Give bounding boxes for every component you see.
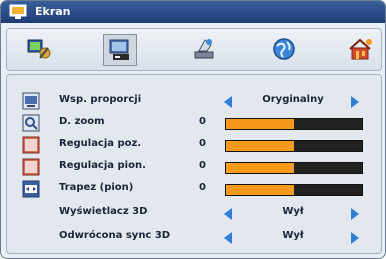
3d-display-left-arrow-icon[interactable] <box>224 208 232 220</box>
tab-options[interactable] <box>345 34 377 64</box>
row-vertical-position[interactable]: Regulacja pion. 0 <box>7 156 381 178</box>
inverted-3d-sync-left-arrow-icon[interactable] <box>224 232 232 244</box>
display-menu-icon <box>8 4 30 20</box>
row-3d-display[interactable]: Wyświetlacz 3D Wył <box>7 202 381 224</box>
options-home-icon <box>349 38 372 60</box>
horizontal-position-value: 0 <box>199 138 206 149</box>
3d-display-value: Wył <box>282 206 304 217</box>
vertical-position-slider[interactable] <box>225 162 363 174</box>
inverted-3d-sync-value: Wył <box>282 230 304 241</box>
title-bar: Ekran <box>1 1 385 23</box>
aspect-ratio-icon <box>22 92 40 110</box>
horizontal-position-icon <box>22 136 40 154</box>
row-inverted-3d-sync[interactable]: Odwrócona sync 3D Wył <box>7 226 381 248</box>
vertical-position-slider-fill <box>226 163 294 173</box>
row-digital-zoom[interactable]: D. zoom 0 <box>7 112 381 134</box>
keystone-icon <box>22 180 40 198</box>
tab-setup[interactable] <box>188 34 220 64</box>
keystone-slider[interactable] <box>225 184 363 196</box>
aspect-ratio-value: Oryginalny <box>262 94 324 105</box>
digital-zoom-slider[interactable] <box>225 118 363 130</box>
osd-window: Ekran Wsp. proporcji Oryginalny D. zoom … <box>0 0 386 259</box>
row-aspect-ratio[interactable]: Wsp. proporcji Oryginalny <box>7 90 381 112</box>
inverted-3d-sync-right-arrow-icon[interactable] <box>351 232 359 244</box>
digital-zoom-slider-fill <box>226 119 294 129</box>
tab-display[interactable] <box>103 34 137 66</box>
vertical-position-value: 0 <box>199 160 206 171</box>
menu-tab-bar <box>6 28 382 71</box>
setup-icon <box>194 39 214 59</box>
vertical-position-icon <box>22 158 40 176</box>
vertical-position-label: Regulacja pion. <box>59 160 146 171</box>
tab-language[interactable] <box>268 34 300 64</box>
3d-display-label: Wyświetlacz 3D <box>59 206 148 217</box>
horizontal-position-slider-fill <box>226 141 294 151</box>
display-settings-panel: Wsp. proporcji Oryginalny D. zoom 0 Regu… <box>6 74 382 254</box>
zoom-icon <box>22 114 40 132</box>
keystone-slider-fill <box>226 185 294 195</box>
horizontal-position-label: Regulacja poz. <box>59 138 142 149</box>
horizontal-position-slider[interactable] <box>225 140 363 152</box>
window-title: Ekran <box>35 5 71 18</box>
row-horizontal-position[interactable]: Regulacja poz. 0 <box>7 134 381 156</box>
digital-zoom-label: D. zoom <box>59 116 105 127</box>
row-keystone[interactable]: Trapez (pion) 0 <box>7 178 381 200</box>
globe-icon <box>273 38 295 60</box>
inverted-3d-sync-label: Odwrócona sync 3D <box>59 230 171 241</box>
digital-zoom-value: 0 <box>199 116 206 127</box>
image-settings-icon <box>27 39 51 59</box>
tab-image-settings[interactable] <box>23 34 55 64</box>
aspect-ratio-label: Wsp. proporcji <box>59 94 142 105</box>
aspect-ratio-left-arrow-icon[interactable] <box>224 96 232 108</box>
keystone-label: Trapez (pion) <box>59 182 134 193</box>
3d-display-right-arrow-icon[interactable] <box>351 208 359 220</box>
aspect-ratio-right-arrow-icon[interactable] <box>351 96 359 108</box>
keystone-value: 0 <box>199 182 206 193</box>
display-screen-icon <box>109 39 129 60</box>
